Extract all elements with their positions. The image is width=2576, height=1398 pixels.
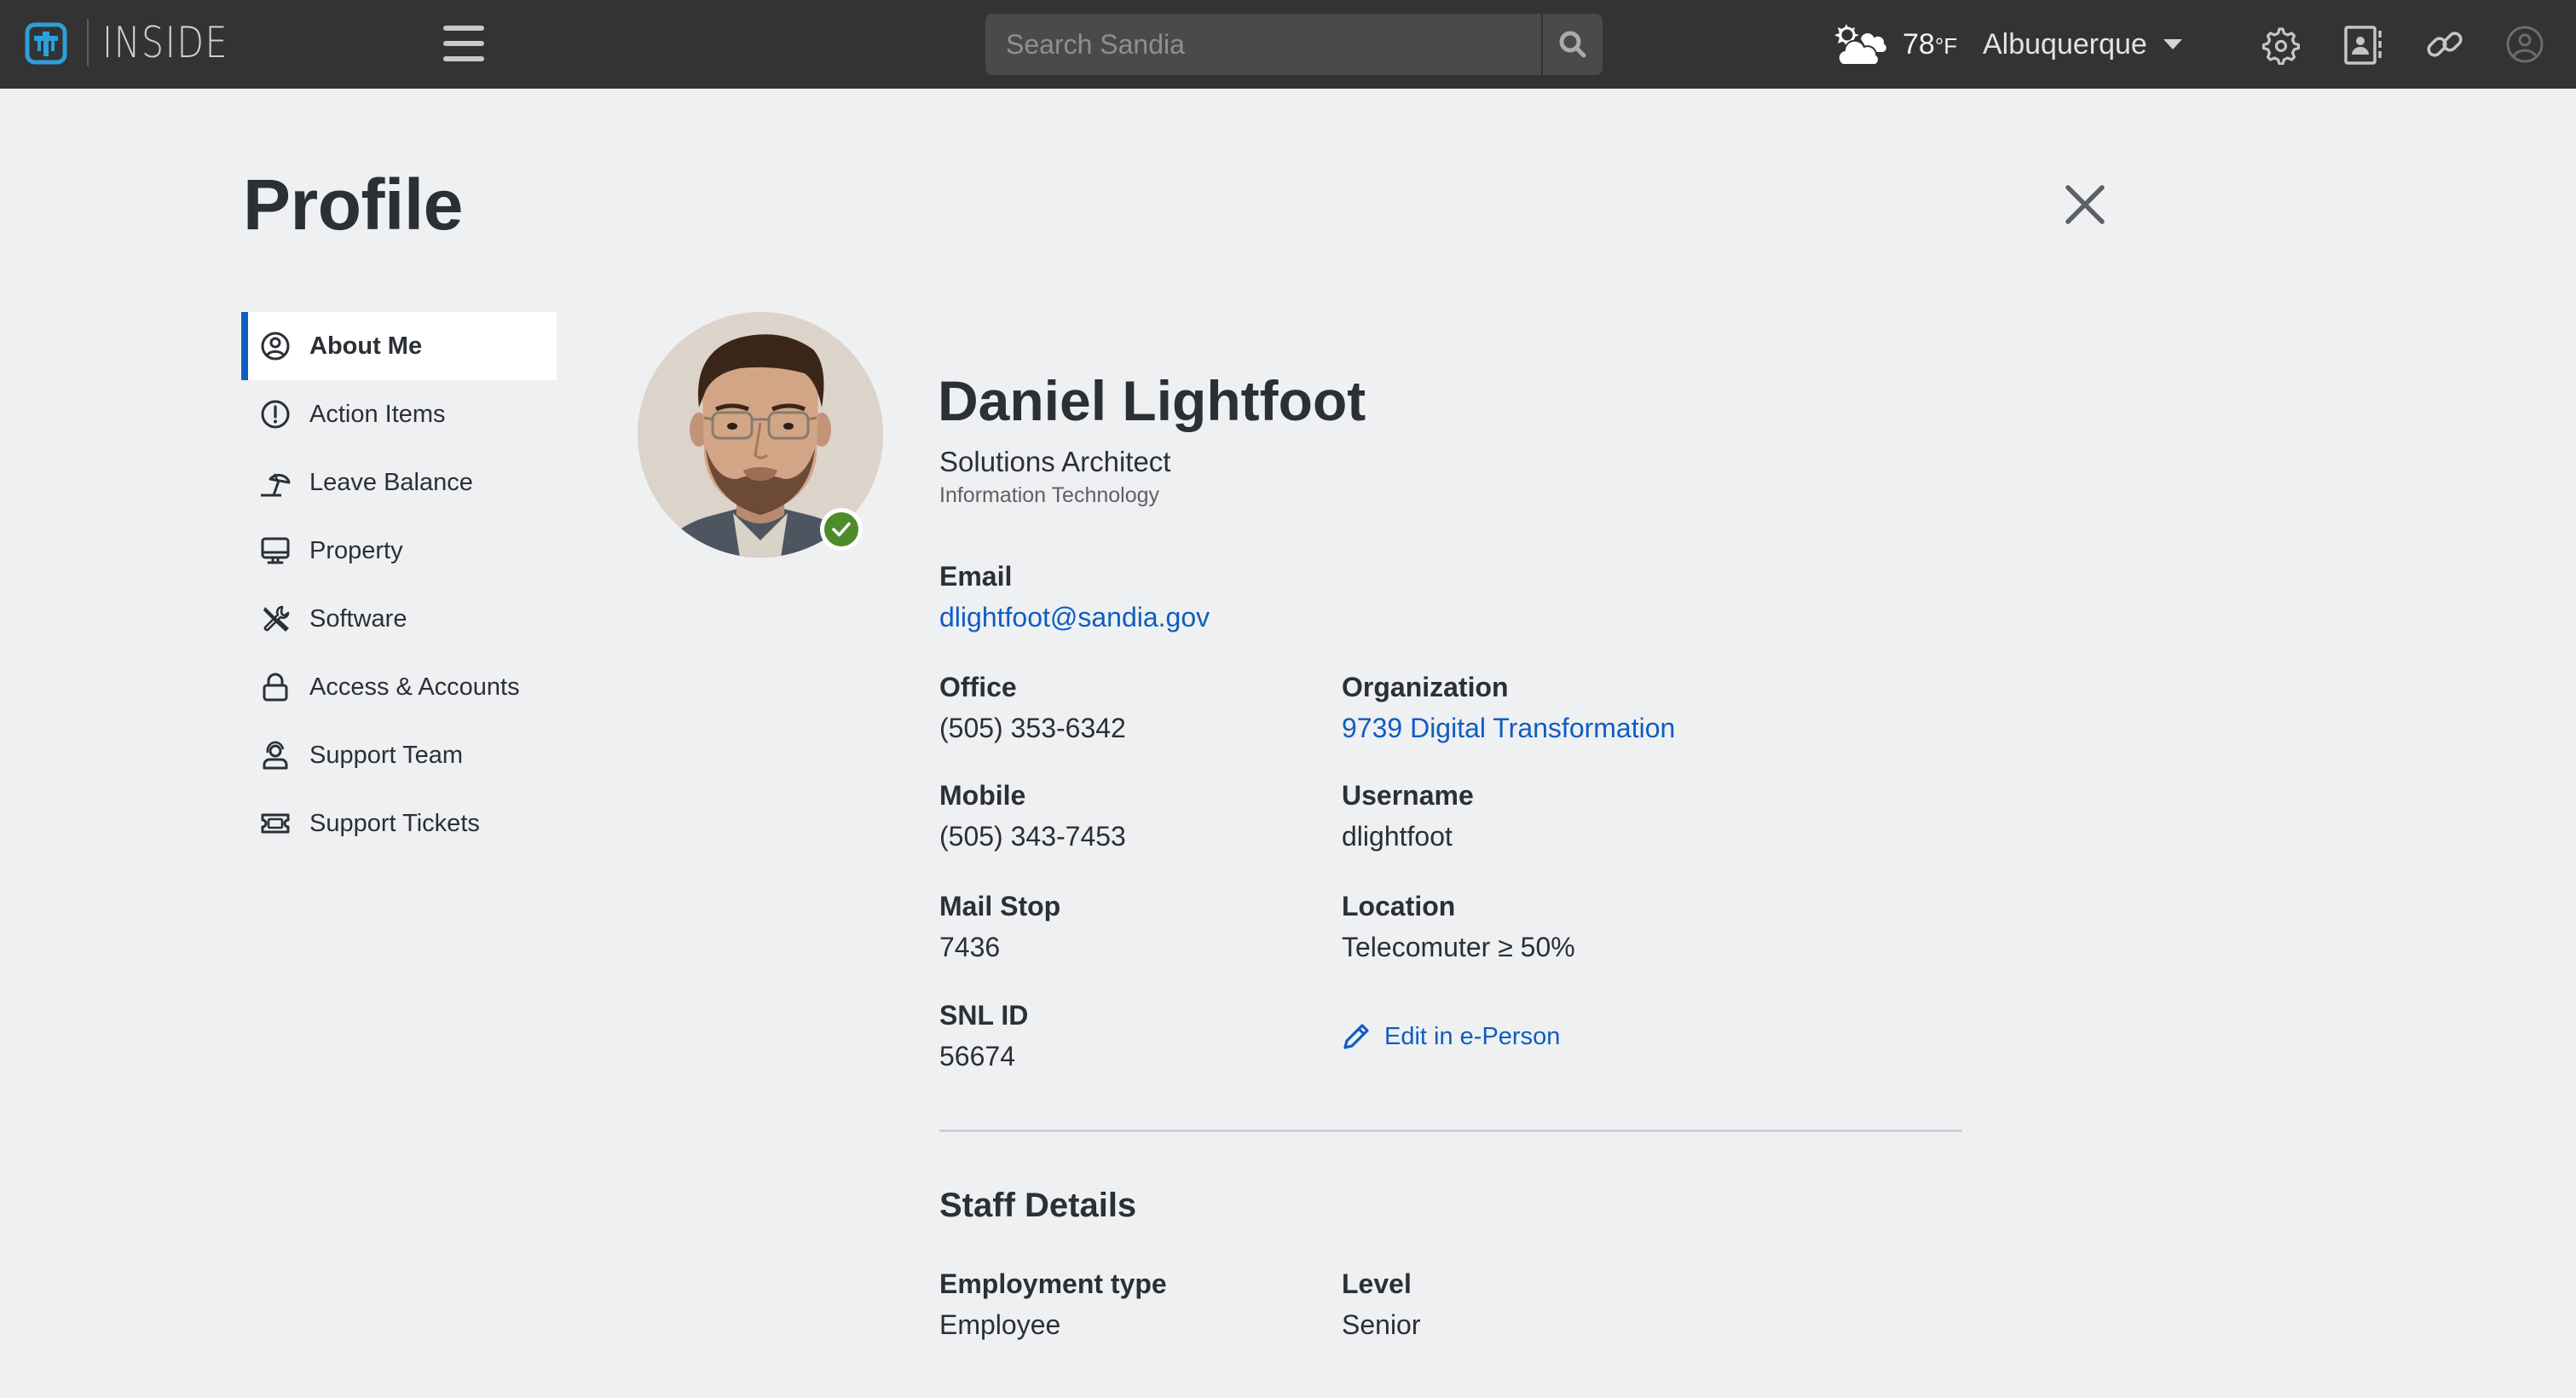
field-label: Organization: [1342, 672, 1509, 702]
field-value: dlightfoot: [1342, 821, 1453, 852]
top-navigation-bar: INSIDE 78°F Albuquerque: [0, 0, 2576, 89]
sidebar-item-label: Leave Balance: [309, 468, 473, 496]
user-circle-icon: [261, 332, 290, 361]
location-dropdown[interactable]: Albuquerque: [1983, 22, 2147, 66]
search-icon: [1559, 31, 1586, 58]
account-icon[interactable]: [2504, 24, 2545, 65]
username-field: Username dlightfoot: [1342, 777, 1474, 857]
page-title: Profile: [243, 165, 463, 245]
headset-icon: [263, 741, 288, 770]
mobile-phone-field: Mobile (505) 343-7453: [939, 777, 1126, 857]
sidebar-item-property[interactable]: Property: [241, 517, 557, 585]
field-label: Mail Stop: [939, 891, 1061, 921]
edit-in-eperson-link[interactable]: Edit in e-Person: [1342, 1020, 1560, 1054]
job-title: Solutions Architect: [939, 446, 1171, 477]
employment-type-field: Employment type Employee: [939, 1265, 1167, 1345]
profile-name: Daniel Lightfoot: [938, 369, 1366, 432]
location-field: Location Telecomuter ≥ 50%: [1342, 887, 1575, 968]
sidebar-item-support-team[interactable]: Support Team: [241, 721, 557, 789]
email-field: Email dlightfoot@sandia.gov: [939, 557, 1210, 638]
snl-id-field: SNL ID 56674: [939, 997, 1028, 1077]
section-divider: [939, 1129, 1962, 1132]
sandia-thunderbird-logo-icon[interactable]: [25, 22, 67, 65]
email-link[interactable]: dlightfoot@sandia.gov: [939, 597, 1210, 638]
alert-circle-icon: [261, 400, 290, 429]
edit-link-label: Edit in e-Person: [1384, 1023, 1561, 1050]
field-value: (505) 353-6342: [939, 713, 1126, 743]
profile-sidebar: About Me Action Items Leave Balance Prop…: [241, 312, 557, 858]
search-button[interactable]: [1541, 14, 1603, 75]
field-value: (505) 343-7453: [939, 821, 1126, 852]
department: Information Technology: [939, 483, 1160, 507]
menu-icon-bar: [443, 56, 484, 61]
organization-field: Organization 9739 Digital Transformation: [1342, 668, 1675, 748]
sidebar-item-label: Action Items: [309, 400, 446, 428]
close-icon[interactable]: [2063, 182, 2107, 227]
temperature-unit: °F: [1934, 33, 1958, 59]
tools-icon: [263, 605, 290, 632]
field-label: Mobile: [939, 780, 1026, 811]
field-label: Username: [1342, 780, 1474, 811]
sidebar-item-label: Access & Accounts: [309, 673, 520, 701]
mail-stop-field: Mail Stop 7436: [939, 887, 1060, 968]
sidebar-item-label: Software: [309, 604, 407, 633]
settings-icon[interactable]: [2259, 24, 2300, 65]
level-field: Level Senior: [1342, 1265, 1421, 1345]
staff-details-heading: Staff Details: [939, 1187, 1137, 1224]
app-name[interactable]: INSIDE: [102, 19, 228, 66]
temperature-value: 78: [1903, 28, 1935, 61]
field-value: Senior: [1342, 1309, 1421, 1340]
menu-icon-bar: [443, 26, 484, 31]
organization-link[interactable]: 9739 Digital Transformation: [1342, 708, 1675, 748]
beach-umbrella-icon: [261, 473, 291, 497]
search-box: [985, 14, 1603, 75]
menu-icon-bar: [443, 41, 484, 46]
sidebar-item-access-accounts[interactable]: Access & Accounts: [241, 653, 557, 721]
field-value: Employee: [939, 1309, 1061, 1340]
field-label: Office: [939, 672, 1017, 702]
checkmark-icon: [832, 522, 851, 537]
logo-divider: [87, 19, 89, 66]
chevron-down-icon[interactable]: [2163, 39, 2182, 49]
lock-icon: [263, 673, 288, 702]
pencil-icon: [1343, 1024, 1369, 1049]
monitor-icon: [261, 537, 290, 564]
search-input[interactable]: [985, 14, 1539, 75]
field-value: Telecomuter ≥ 50%: [1342, 932, 1575, 962]
sidebar-item-label: Property: [309, 536, 403, 564]
partly-cloudy-icon: [1834, 24, 1888, 66]
field-label: Location: [1342, 891, 1456, 921]
verified-status-badge: [820, 508, 863, 551]
sidebar-item-software[interactable]: Software: [241, 585, 557, 653]
menu-button[interactable]: [443, 24, 484, 63]
field-label: Level: [1342, 1268, 1412, 1299]
sidebar-item-label: Support Team: [309, 741, 464, 769]
link-icon[interactable]: [2424, 24, 2465, 65]
office-phone-field: Office (505) 353-6342: [939, 668, 1126, 748]
sidebar-item-support-tickets[interactable]: Support Tickets: [241, 789, 557, 858]
sidebar-item-label: About Me: [309, 332, 423, 360]
sidebar-item-label: Support Tickets: [309, 809, 480, 837]
sidebar-item-about-me[interactable]: About Me: [241, 312, 557, 380]
temperature: 78°F: [1903, 22, 1957, 66]
field-label: Employment type: [939, 1268, 1167, 1299]
ticket-icon: [261, 813, 290, 834]
sidebar-item-action-items[interactable]: Action Items: [241, 380, 557, 448]
field-label: SNL ID: [939, 1000, 1029, 1031]
field-value: 56674: [939, 1041, 1015, 1072]
field-value: 7436: [939, 932, 1001, 962]
sidebar-item-leave-balance[interactable]: Leave Balance: [241, 448, 557, 517]
field-label: Email: [939, 561, 1013, 592]
contact-directory-icon[interactable]: [2342, 24, 2383, 65]
